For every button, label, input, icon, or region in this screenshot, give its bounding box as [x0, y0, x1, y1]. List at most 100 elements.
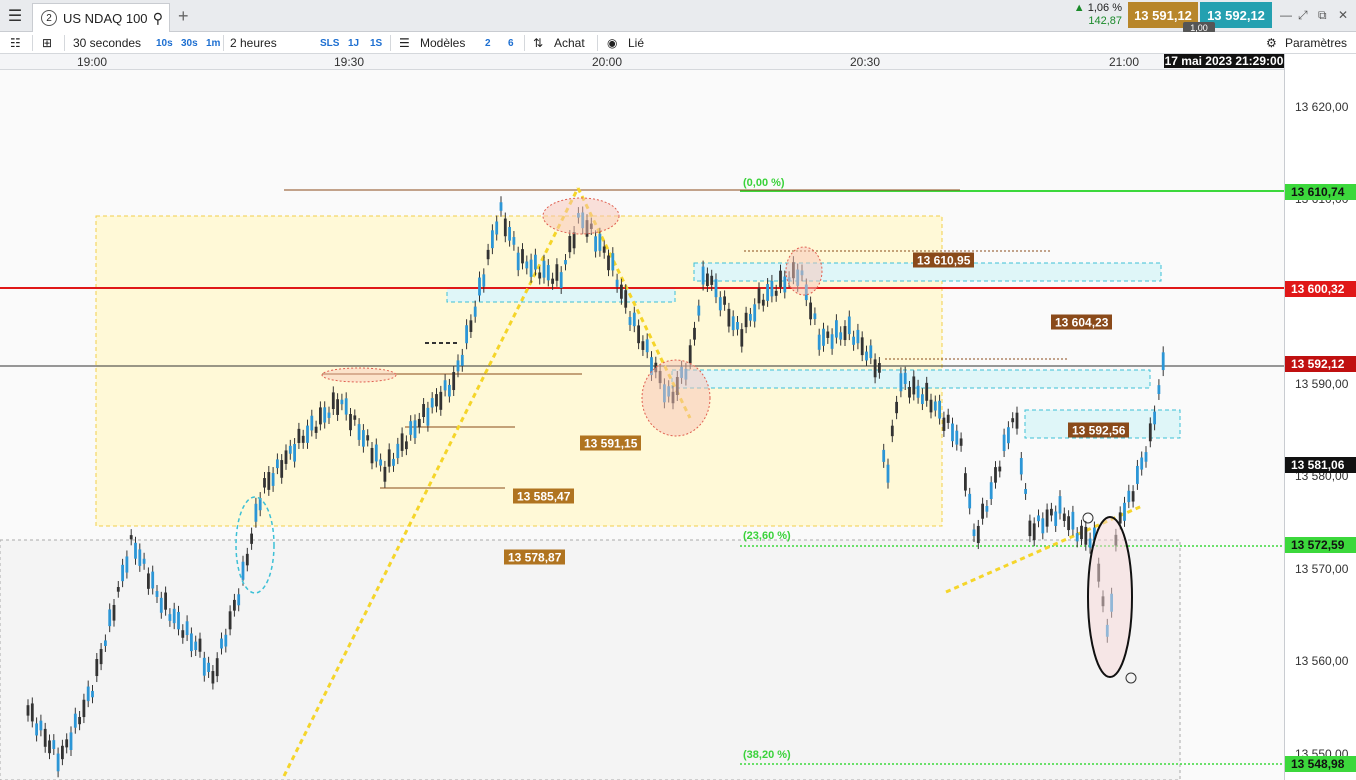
minimize-icon[interactable]: — [1280, 8, 1292, 22]
candle [878, 363, 881, 373]
buy-mode-button[interactable]: Achat [554, 35, 585, 51]
search-icon[interactable]: ⚲ [153, 10, 163, 27]
candle [555, 264, 559, 281]
candle [1148, 423, 1152, 442]
candle [155, 591, 159, 597]
candle [740, 329, 744, 347]
range-select[interactable]: 2 heures [230, 35, 277, 51]
candle [641, 341, 645, 350]
close-icon[interactable]: ✕ [1338, 8, 1348, 22]
candle [198, 638, 202, 652]
demand-zone [671, 369, 1151, 389]
candle [1015, 412, 1019, 429]
candlestick-icon[interactable]: ⇅ [533, 35, 543, 51]
candle [753, 304, 757, 322]
tab-number-badge: 2 [41, 10, 57, 26]
candle [241, 561, 245, 580]
models-button[interactable]: Modèles [420, 35, 465, 51]
fib-label: (38,20 %) [743, 749, 791, 761]
candle [69, 732, 73, 750]
layout-grid-icon[interactable]: ⊞ [42, 35, 52, 51]
candle [237, 594, 241, 606]
tab-us-ndaq-100[interactable]: 2 US NDAQ 100 ⚲ [32, 3, 170, 32]
candle [994, 467, 997, 483]
candle [61, 745, 64, 760]
candle [430, 398, 434, 408]
interval-shortcut-30s[interactable]: 30s [181, 35, 198, 51]
candle [245, 553, 249, 566]
candle [284, 450, 288, 464]
models-icon[interactable]: ☰ [399, 35, 410, 51]
candle [1075, 533, 1079, 542]
hamburger-menu-icon[interactable]: ☰ [4, 5, 26, 27]
eye-icon[interactable]: ◉ [607, 35, 617, 51]
list-icon[interactable]: ☷ [10, 35, 21, 51]
candle [491, 230, 494, 249]
range-shortcut-sls[interactable]: SLS [320, 35, 339, 51]
up-arrow-icon: ▲ [1073, 2, 1085, 14]
price-tag: 13 548,98 [1285, 756, 1356, 772]
candle [319, 407, 322, 425]
anchor-handle[interactable] [1082, 512, 1094, 524]
price-label: 13 560,00 [1295, 654, 1349, 668]
time-axis[interactable]: 19:00 19:30 20:00 20:30 21:00 [0, 54, 1284, 70]
candle [30, 703, 34, 722]
candle [899, 373, 903, 392]
level-tag: 13 578,87 [504, 549, 566, 565]
level-tag: 13 585,47 [513, 488, 575, 504]
candle [822, 328, 825, 346]
time-label: 21:00 [1108, 55, 1140, 69]
candle [933, 401, 937, 411]
candle [856, 329, 860, 344]
candle [534, 254, 537, 270]
divider [524, 35, 525, 51]
add-tab-icon[interactable]: + [178, 6, 189, 27]
candle [564, 260, 567, 265]
candle [314, 426, 318, 433]
fib-label: (23,60 %) [743, 530, 791, 542]
time-label: 20:30 [849, 55, 881, 69]
detach-icon[interactable]: ⧉ [1318, 8, 1327, 23]
expand-icon[interactable]: ⤢ [1298, 8, 1308, 23]
candle [714, 279, 718, 298]
gear-icon[interactable]: ⚙ [1266, 35, 1277, 51]
candle [177, 611, 180, 630]
candle [761, 299, 765, 306]
candle [344, 398, 348, 415]
candle [340, 399, 344, 405]
price-tag: 13 592,12 [1285, 356, 1356, 372]
candle [48, 740, 51, 754]
candle [835, 320, 838, 338]
range-shortcut-1s[interactable]: 1S [370, 35, 382, 51]
candle [688, 345, 692, 364]
candle [955, 430, 959, 445]
candle [744, 312, 748, 328]
candle [202, 657, 206, 676]
preset-2-button[interactable]: 2 [485, 35, 491, 51]
range-shortcut-1j[interactable]: 1J [348, 35, 359, 51]
highlight-ellipse [1087, 516, 1133, 678]
candle [1002, 434, 1006, 452]
price-axis[interactable]: 13 620,00 13 610,00 13 590,00 13 580,00 … [1284, 54, 1356, 780]
candle [482, 274, 486, 287]
highlight-ellipse [542, 197, 620, 235]
preset-6-button[interactable]: 6 [508, 35, 514, 51]
interval-shortcut-1m[interactable]: 1m [206, 35, 220, 51]
settings-button[interactable]: Paramètres [1285, 35, 1347, 51]
candle [701, 266, 705, 285]
candle [460, 354, 464, 366]
divider [597, 35, 598, 51]
candle [620, 284, 623, 299]
candle [151, 571, 155, 589]
interval-select[interactable]: 30 secondes [73, 35, 141, 51]
linked-button[interactable]: Lié [628, 35, 644, 51]
candle [551, 278, 554, 284]
candle [108, 609, 112, 627]
candle [1153, 411, 1156, 425]
candle [1123, 502, 1126, 521]
candle [559, 272, 563, 288]
interval-shortcut-10s[interactable]: 10s [156, 35, 173, 51]
candle [890, 425, 894, 437]
candle [624, 290, 628, 308]
candle [529, 259, 533, 277]
